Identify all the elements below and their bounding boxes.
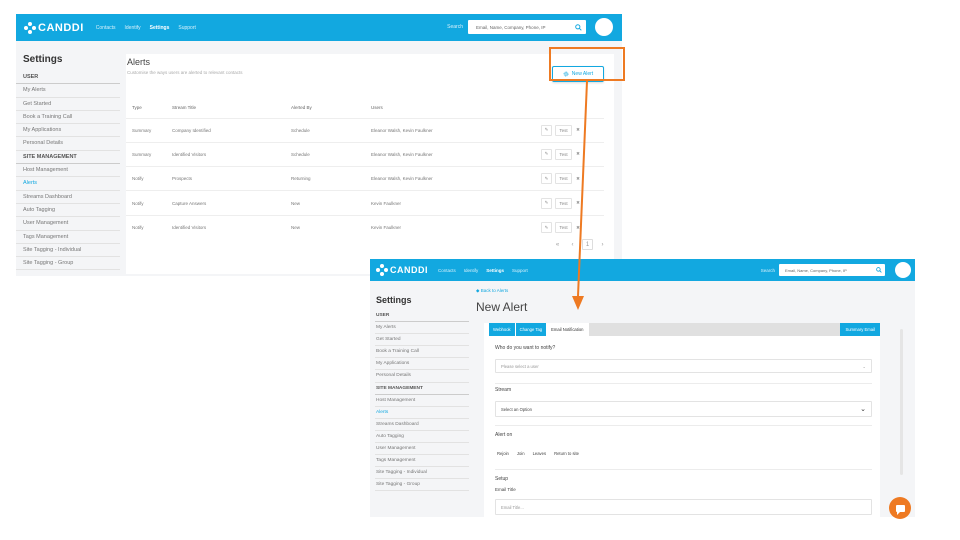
flow-arrow-icon (572, 80, 588, 310)
chat-bubble-icon[interactable] (889, 497, 911, 519)
